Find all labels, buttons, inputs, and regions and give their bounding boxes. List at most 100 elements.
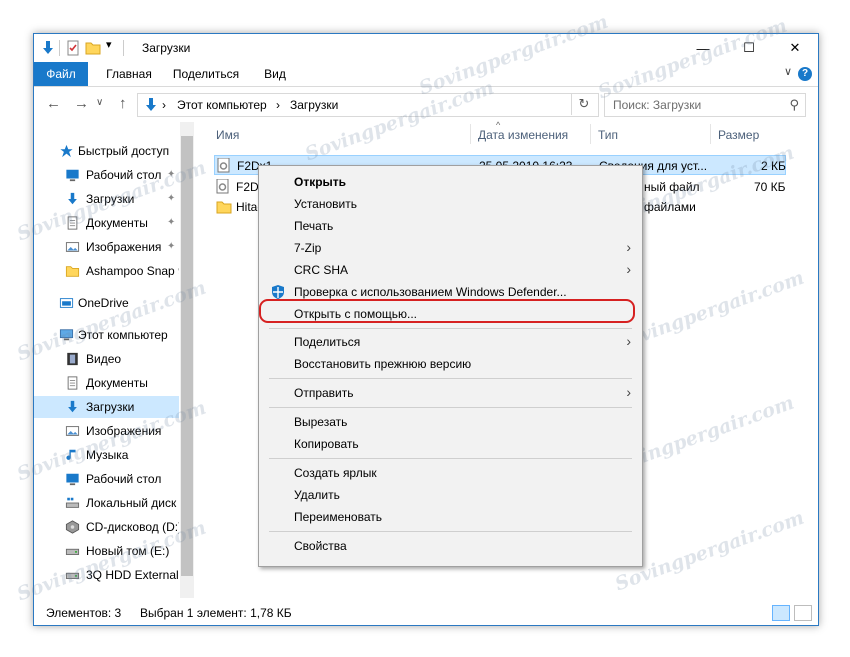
sidebar-item-drive-e[interactable]: Новый том (E:) bbox=[34, 540, 179, 562]
ribbon-expand-icon[interactable]: ∨ bbox=[784, 65, 792, 78]
sidebar-item-onedrive[interactable]: OneDrive bbox=[34, 292, 179, 314]
menu-item-share[interactable]: Поделиться › bbox=[260, 331, 641, 353]
tab-view[interactable]: Вид bbox=[258, 62, 292, 86]
breadcrumb-downloads[interactable]: Загрузки bbox=[290, 98, 338, 112]
navigation-pane: Быстрый доступ Рабочий стол ✦ Загрузки ✦… bbox=[34, 122, 194, 598]
drive-icon bbox=[65, 548, 80, 555]
star-icon bbox=[60, 144, 73, 158]
column-size[interactable]: Размер bbox=[718, 128, 759, 142]
sidebar-item-label: Изображения bbox=[86, 424, 162, 438]
ribbon-tabs: Файл Главная Поделиться Вид ∨ ? bbox=[34, 62, 818, 87]
sidebar-item-label: CD-дисковод (D:) bbox=[86, 520, 179, 534]
sidebar-item-ashampoo[interactable]: Ashampoo Snap 9 bbox=[34, 260, 179, 282]
sidebar-item-desktop-pinned[interactable]: Рабочий стол ✦ bbox=[34, 164, 179, 186]
menu-item-copy[interactable]: Копировать bbox=[260, 433, 641, 455]
status-item-count: Элементов: 3 bbox=[46, 606, 122, 620]
menu-item-crc-sha[interactable]: CRC SHA › bbox=[260, 259, 641, 281]
download-icon bbox=[68, 192, 77, 205]
column-date[interactable]: Дата изменения bbox=[478, 128, 568, 142]
menu-item-delete[interactable]: Удалить bbox=[260, 484, 641, 506]
sidebar-item-drive-c[interactable]: Локальный диск (C:) bbox=[34, 492, 179, 514]
address-separator[interactable]: › bbox=[162, 98, 166, 112]
file-size: 2 КБ bbox=[761, 159, 786, 173]
sidebar-item-drive-d[interactable]: CD-дисковод (D:) bbox=[34, 516, 179, 538]
details-view-icon[interactable] bbox=[772, 605, 790, 621]
menu-item-rename[interactable]: Переименовать bbox=[260, 506, 641, 528]
menu-item-print[interactable]: Печать bbox=[260, 215, 641, 237]
column-divider[interactable] bbox=[470, 124, 471, 144]
sidebar-item-quick-access[interactable]: Быстрый доступ bbox=[34, 140, 179, 162]
address-bar[interactable]: › Этот компьютер › Загрузки ∨ bbox=[137, 93, 658, 117]
column-divider[interactable] bbox=[590, 124, 591, 144]
onedrive-icon bbox=[59, 298, 74, 308]
sidebar-item-label: Документы bbox=[86, 216, 148, 230]
help-icon[interactable]: ? bbox=[798, 67, 812, 81]
sidebar-item-this-pc[interactable]: Этот компьютер bbox=[34, 324, 179, 346]
download-arrow-icon[interactable] bbox=[40, 40, 56, 56]
customize-qa-icon[interactable]: ▾ bbox=[106, 38, 112, 54]
sidebar-item-label: Видео bbox=[86, 352, 122, 366]
address-separator-2[interactable]: › bbox=[276, 98, 280, 112]
sidebar-item-documents-pinned[interactable]: Документы ✦ bbox=[34, 212, 179, 234]
menu-item-create-shortcut[interactable]: Создать ярлык bbox=[260, 462, 641, 484]
sidebar-item-downloads-pinned[interactable]: Загрузки ✦ bbox=[34, 188, 179, 210]
sidebar-item-pictures[interactable]: Изображения bbox=[34, 420, 179, 442]
column-type[interactable]: Тип bbox=[598, 128, 618, 142]
sidebar-item-drive-f[interactable]: 3Q HDD External (F:) bbox=[34, 564, 179, 586]
search-box[interactable]: Поиск: Загрузки ⚲ bbox=[604, 93, 806, 117]
defender-icon bbox=[272, 285, 284, 299]
sidebar-item-downloads[interactable]: Загрузки bbox=[34, 396, 179, 418]
file-size: 70 КБ bbox=[754, 180, 786, 194]
forward-arrow-icon[interactable]: → bbox=[74, 95, 89, 112]
sidebar-item-label: Изображения bbox=[86, 240, 162, 254]
sidebar-item-video[interactable]: Видео bbox=[34, 348, 179, 370]
documents-icon bbox=[67, 376, 78, 390]
sidebar-item-desktop[interactable]: Рабочий стол bbox=[34, 468, 179, 490]
column-name[interactable]: Имя bbox=[216, 128, 239, 142]
sidebar-item-documents[interactable]: Документы bbox=[34, 372, 179, 394]
sidebar-item-music[interactable]: Музыка bbox=[34, 444, 179, 466]
menu-item-send-to[interactable]: Отправить › bbox=[260, 382, 641, 404]
desktop-icon bbox=[66, 169, 79, 182]
new-folder-icon[interactable] bbox=[85, 40, 101, 56]
column-divider[interactable] bbox=[710, 124, 711, 144]
menu-item-7zip[interactable]: 7-Zip › bbox=[260, 237, 641, 259]
menu-item-restore-version[interactable]: Восстановить прежнюю версию bbox=[260, 353, 641, 375]
file-type: файлами bbox=[644, 200, 696, 214]
menu-item-label: Печать bbox=[294, 219, 334, 233]
menu-item-label: Отправить bbox=[294, 386, 354, 400]
highlight-ring bbox=[259, 299, 635, 323]
sidebar-item-label: Загрузки bbox=[86, 400, 135, 414]
back-arrow-icon[interactable]: ← bbox=[46, 95, 61, 112]
menu-item-properties[interactable]: Свойства bbox=[260, 535, 641, 557]
submenu-arrow-icon: › bbox=[626, 239, 631, 255]
breadcrumb-this-pc[interactable]: Этот компьютер bbox=[177, 98, 267, 112]
large-icons-view-icon[interactable] bbox=[794, 605, 812, 621]
up-arrow-icon[interactable]: ↑ bbox=[119, 95, 127, 112]
minimize-button[interactable]: — bbox=[680, 34, 726, 62]
search-icon[interactable]: ⚲ bbox=[789, 97, 799, 113]
menu-item-open[interactable]: Открыть bbox=[260, 171, 641, 193]
tab-share[interactable]: Поделиться bbox=[170, 62, 242, 86]
menu-item-install[interactable]: Установить bbox=[260, 193, 641, 215]
properties-icon[interactable] bbox=[65, 40, 81, 56]
close-button[interactable]: ✕ bbox=[772, 34, 818, 62]
recent-locations-icon[interactable]: ∨ bbox=[96, 97, 103, 108]
download-icon bbox=[68, 400, 77, 413]
status-selection: Выбран 1 элемент: 1,78 КБ bbox=[140, 606, 292, 620]
sidebar-item-label: Новый том (E:) bbox=[86, 544, 170, 558]
menu-item-cut[interactable]: Вырезать bbox=[260, 411, 641, 433]
refresh-icon[interactable]: ↻ bbox=[571, 93, 596, 115]
tab-home[interactable]: Главная bbox=[96, 62, 162, 86]
menu-item-label: Свойства bbox=[294, 539, 347, 553]
sidebar-item-pictures-pinned[interactable]: Изображения ✦ bbox=[34, 236, 179, 258]
menu-separator bbox=[269, 378, 632, 379]
maximize-button[interactable]: ☐ bbox=[726, 34, 772, 62]
sidebar-item-label: OneDrive bbox=[78, 296, 129, 310]
status-bar: Элементов: 3 Выбран 1 элемент: 1,78 КБ bbox=[34, 602, 818, 624]
menu-item-label: CRC SHA bbox=[294, 263, 349, 277]
sidebar-scrollbar-thumb[interactable] bbox=[181, 136, 193, 576]
tab-file[interactable]: Файл bbox=[34, 62, 88, 86]
menu-item-label: Поделиться bbox=[294, 335, 361, 349]
sidebar-item-label: Этот компьютер bbox=[78, 328, 168, 342]
